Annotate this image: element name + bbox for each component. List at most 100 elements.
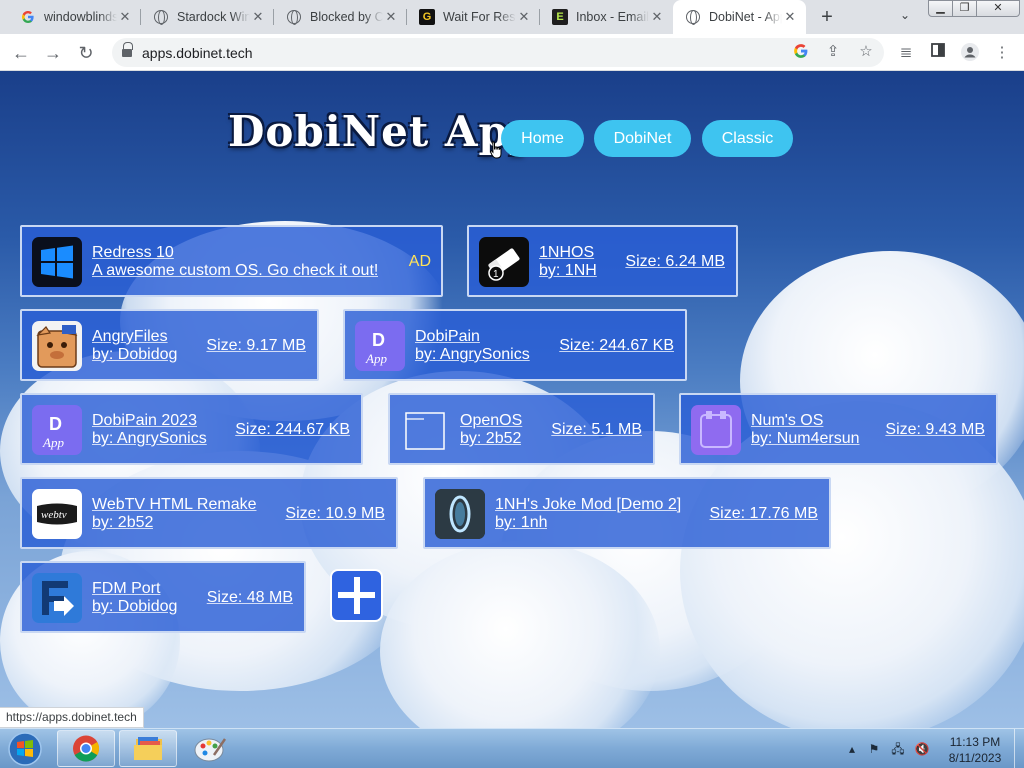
app-author[interactable]: by: 2b52	[92, 514, 153, 532]
app-card-fdm-port[interactable]: FDM Port by: Dobidog Size: 48 MB	[20, 561, 306, 633]
app-card-webtv[interactable]: webtv WebTV HTML Remake by: 2b52 Size: 1…	[20, 477, 398, 549]
address-bar[interactable]: apps.dobinet.tech ⇪ ☆	[112, 38, 884, 67]
app-author[interactable]: by: 2b52	[460, 430, 521, 448]
app-author[interactable]: by: Dobidog	[92, 346, 177, 364]
app-name[interactable]: DobiPain	[415, 328, 480, 346]
show-hidden-icons-icon[interactable]: ▴	[844, 741, 860, 757]
forward-button[interactable]: →	[40, 40, 66, 66]
restore-button[interactable]: ❐	[952, 0, 977, 17]
tab-title: Stardock WindowBlinds	[177, 10, 250, 24]
e-icon: E	[552, 9, 568, 25]
reading-list-icon[interactable]: ≣	[896, 43, 916, 63]
app-author[interactable]: by: AngrySonics	[92, 430, 207, 448]
url-text[interactable]: apps.dobinet.tech	[142, 45, 253, 61]
clock-date[interactable]: 8/11/2023	[940, 751, 1010, 765]
app-size[interactable]: Size: 6.24 MB	[625, 253, 725, 271]
svg-text:1: 1	[493, 269, 499, 280]
minimize-button[interactable]: ▁	[928, 0, 953, 17]
add-app-button[interactable]	[330, 569, 383, 622]
app-card-1nh-joke-mod[interactable]: 1NH's Joke Mod [Demo 2] by: 1nh Size: 17…	[423, 477, 831, 549]
app-size[interactable]: Size: 10.9 MB	[285, 505, 385, 523]
reload-button[interactable]: ↻	[73, 40, 99, 66]
app-name[interactable]: 1NHOS	[539, 244, 594, 262]
app-size[interactable]: Size: 244.67 KB	[235, 421, 350, 439]
close-icon[interactable]: ✕	[782, 9, 798, 25]
tab-windowblinds[interactable]: windowblinds ✕	[8, 0, 141, 34]
close-icon[interactable]: ✕	[250, 9, 266, 25]
globe-icon	[153, 9, 169, 25]
portal-icon	[435, 489, 485, 539]
dobipain-icon: D App	[32, 405, 82, 455]
tab-stardock[interactable]: Stardock WindowBlinds ✕	[141, 0, 274, 34]
tab-search-chevron-icon[interactable]: ⌄	[896, 8, 914, 26]
close-icon[interactable]: ✕	[516, 9, 532, 25]
action-center-flag-icon[interactable]: ⚑	[866, 741, 882, 757]
nav-classic-button[interactable]: Classic	[702, 120, 793, 157]
app-size[interactable]: Size: 9.43 MB	[885, 421, 985, 439]
dobipain-icon: D App	[355, 321, 405, 371]
app-size[interactable]: Size: 244.67 KB	[559, 337, 674, 355]
network-icon[interactable]: 🖧	[890, 741, 906, 757]
app-size[interactable]: Size: 9.17 MB	[206, 337, 306, 355]
nav-dobinet-button[interactable]: DobiNet	[594, 120, 691, 157]
start-button[interactable]	[4, 730, 46, 768]
browser-toolbar: ← → ↻ apps.dobinet.tech ⇪ ☆ ≣ ⋮	[0, 34, 1024, 71]
close-icon[interactable]: ✕	[383, 9, 399, 25]
app-name[interactable]: 1NH's Joke Mod [Demo 2]	[495, 496, 681, 514]
lock-icon[interactable]	[122, 42, 133, 58]
share-icon[interactable]: ⇪	[824, 43, 842, 61]
window-close-button[interactable]: ✕	[976, 0, 1020, 17]
app-author[interactable]: by: Dobidog	[92, 598, 177, 616]
app-card-1nhos[interactable]: 1 1NHOS by: 1NH Size: 6.24 MB	[467, 225, 738, 297]
tab-dobinet-apps[interactable]: DobiNet - Apps ✕	[673, 0, 806, 34]
app-size[interactable]: Size: 17.76 MB	[710, 505, 819, 523]
tab-title: Inbox - Email	[576, 10, 649, 24]
svg-text:webtv: webtv	[41, 509, 67, 521]
app-description[interactable]: A awesome custom OS. Go check it out!	[92, 262, 378, 280]
app-card-redress-10[interactable]: Redress 10 A awesome custom OS. Go check…	[20, 225, 443, 297]
angry-pig-icon	[32, 321, 82, 371]
taskbar: ▴ ⚑ 🖧 🔇 11:13 PM 8/11/2023	[0, 728, 1024, 768]
bookmark-star-icon[interactable]: ☆	[857, 43, 875, 61]
app-name[interactable]: OpenOS	[460, 412, 522, 430]
tab-blocked[interactable]: Blocked by Content Filter ✕	[274, 0, 407, 34]
app-name[interactable]: FDM Port	[92, 580, 160, 598]
app-name[interactable]: Num's OS	[751, 412, 823, 430]
app-name[interactable]: WebTV HTML Remake	[92, 496, 256, 514]
app-size[interactable]: Size: 5.1 MB	[551, 421, 642, 439]
tab-wait-for-response[interactable]: G Wait For Response ✕	[407, 0, 540, 34]
app-card-nums-os[interactable]: Num's OS by: Num4ersun Size: 9.43 MB	[679, 393, 998, 465]
app-size[interactable]: Size: 48 MB	[207, 589, 293, 607]
show-desktop-button[interactable]	[1014, 729, 1024, 768]
close-icon[interactable]: ✕	[117, 9, 133, 25]
numos-icon	[691, 405, 741, 455]
app-author[interactable]: by: AngrySonics	[415, 346, 530, 364]
app-name[interactable]: AngryFiles	[92, 328, 168, 346]
nav-home-button[interactable]: Home	[501, 120, 584, 157]
new-tab-button[interactable]: +	[816, 7, 838, 29]
back-button[interactable]: ←	[8, 40, 34, 66]
ad-badge: AD	[408, 253, 431, 270]
windows-logo-icon	[32, 237, 82, 287]
google-lens-icon[interactable]	[792, 43, 810, 61]
volume-muted-icon[interactable]: 🔇	[914, 741, 930, 757]
tab-inbox[interactable]: E Inbox - Email ✕	[540, 0, 673, 34]
app-card-openos[interactable]: OpenOS by: 2b52 Size: 5.1 MB	[388, 393, 655, 465]
app-card-angryfiles[interactable]: AngryFiles by: Dobidog Size: 9.17 MB	[20, 309, 319, 381]
side-panel-icon[interactable]	[928, 43, 948, 63]
webtv-icon: webtv	[32, 489, 82, 539]
clock-time[interactable]: 11:13 PM	[940, 735, 1010, 749]
close-icon[interactable]: ✕	[649, 9, 665, 25]
taskbar-paint[interactable]	[180, 730, 238, 767]
app-name[interactable]: DobiPain 2023	[92, 412, 197, 430]
app-author[interactable]: by: Num4ersun	[751, 430, 861, 448]
app-author[interactable]: by: 1NH	[539, 262, 597, 280]
app-author[interactable]: by: 1nh	[495, 514, 547, 532]
app-card-dobipain-2023[interactable]: D App DobiPain 2023 by: AngrySonics Size:…	[20, 393, 363, 465]
app-card-dobipain[interactable]: D App DobiPain by: AngrySonics Size: 244.…	[343, 309, 687, 381]
taskbar-file-explorer[interactable]	[119, 730, 177, 767]
app-name[interactable]: Redress 10	[92, 244, 174, 262]
profile-avatar-icon[interactable]	[960, 43, 980, 63]
taskbar-chrome[interactable]	[57, 730, 115, 767]
menu-kebab-icon[interactable]: ⋮	[992, 43, 1012, 63]
